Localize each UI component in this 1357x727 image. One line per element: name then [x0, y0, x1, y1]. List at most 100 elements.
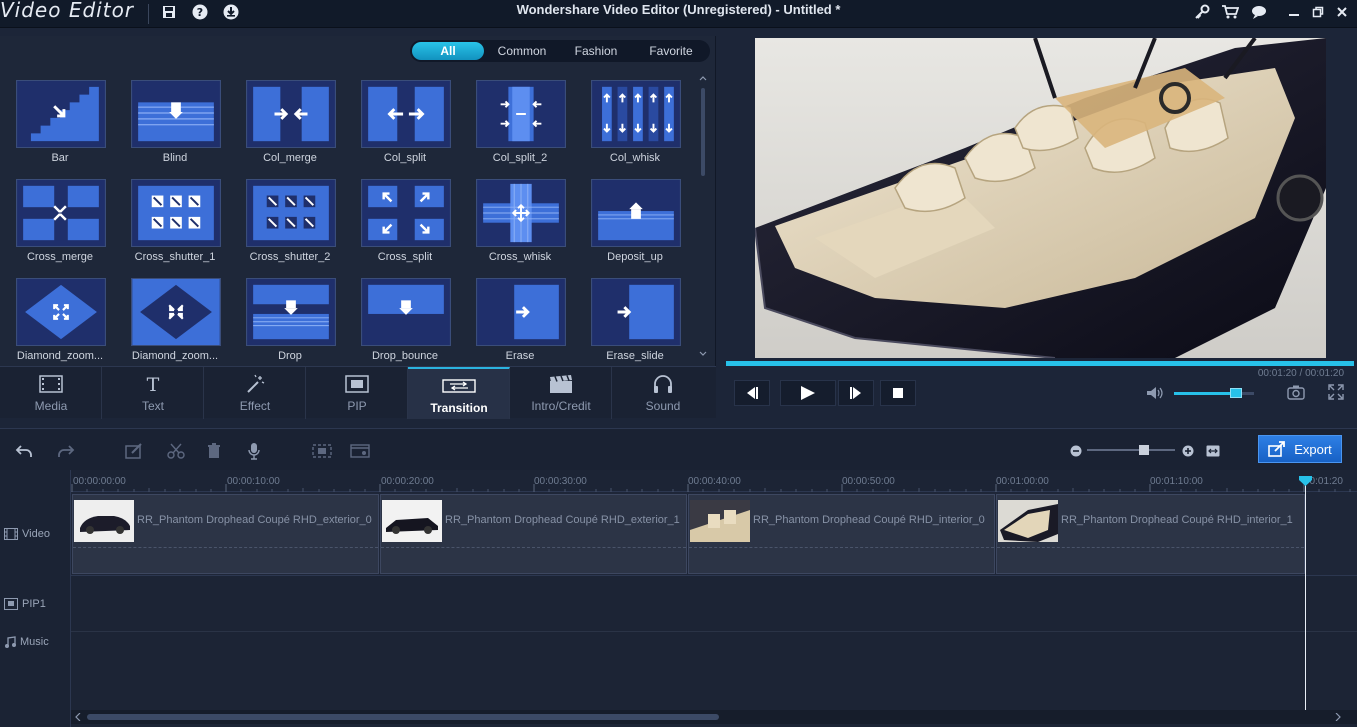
download-icon[interactable]	[221, 2, 241, 22]
transition-tile-bar[interactable]: Bar	[0, 76, 115, 175]
transition-thumb	[16, 179, 106, 247]
filter-favorite[interactable]: Favorite	[636, 42, 706, 60]
filter-common[interactable]: Common	[488, 42, 556, 60]
timeline-clip[interactable]: RR_Phantom Drophead Coupé RHD_interior_1	[996, 494, 1305, 574]
tab-sound[interactable]: Sound	[612, 367, 714, 419]
time-ruler[interactable]: 00:00:00:00 00:00:10:00 00:00:20:00 00:0…	[71, 470, 1357, 492]
transition-tile-cross-merge[interactable]: Cross_merge	[0, 175, 115, 274]
timeline-scrollbar[interactable]	[71, 710, 1357, 724]
timeline-clip[interactable]: RR_Phantom Drophead Coupé RHD_interior_0	[688, 494, 995, 574]
track-video[interactable]: Video	[4, 528, 50, 540]
clapper-icon	[510, 373, 612, 395]
transition-thumb	[131, 278, 221, 346]
timeline-toolbar: Export	[0, 428, 1357, 470]
transition-thumb	[246, 179, 336, 247]
zoom-slider[interactable]	[1087, 445, 1175, 455]
transition-tile-col-split[interactable]: Col_split	[345, 76, 460, 175]
close-icon[interactable]	[1332, 2, 1352, 22]
export-label: Export	[1294, 441, 1332, 457]
transition-tile-blind[interactable]: Blind	[115, 76, 230, 175]
volume-icon[interactable]	[1146, 386, 1164, 403]
crop-icon[interactable]	[312, 441, 332, 461]
clip-name: RR_Phantom Drophead Coupé RHD_interior_1	[1061, 514, 1293, 526]
fit-timeline-icon[interactable]	[1203, 441, 1223, 461]
transition-thumb	[361, 179, 451, 247]
video-track-lane[interactable]: RR_Phantom Drophead Coupé RHD_exterior_0…	[71, 492, 1357, 576]
filter-fashion[interactable]: Fashion	[560, 42, 632, 60]
restore-icon[interactable]	[1308, 2, 1328, 22]
transition-tile-deposit-up[interactable]: Deposit_up	[575, 175, 690, 274]
transition-tile-erase-slide[interactable]: Erase_slide	[575, 274, 690, 362]
timeline-clip[interactable]: RR_Phantom Drophead Coupé RHD_exterior_1	[380, 494, 687, 574]
save-icon[interactable]	[159, 2, 179, 22]
pip-track-lane[interactable]	[71, 576, 1357, 632]
filter-all[interactable]: All	[412, 42, 484, 60]
transition-tile-diamond-zoom-out[interactable]: Diamond_zoom...	[115, 274, 230, 362]
preview-panel: 00:01:20 / 00:01:20	[726, 38, 1354, 418]
transition-tile-drop-bounce[interactable]: Drop_bounce	[345, 274, 460, 362]
transition-label: Drop	[278, 350, 302, 362]
transition-thumb	[476, 278, 566, 346]
zoom-out-icon[interactable]	[1066, 441, 1086, 461]
transition-label: Col_split	[383, 152, 427, 164]
chat-icon[interactable]	[1250, 2, 1270, 22]
tab-media[interactable]: Media	[0, 367, 102, 419]
film-icon	[4, 528, 18, 540]
help-icon[interactable]: ?	[190, 2, 210, 22]
clip-thumbnail	[998, 500, 1058, 542]
redo-icon[interactable]	[56, 441, 76, 461]
transition-thumb	[591, 179, 681, 247]
transition-tile-erase[interactable]: Erase	[460, 274, 575, 362]
track-pip1[interactable]: PIP1	[4, 598, 46, 610]
snapshot-icon[interactable]	[1287, 384, 1305, 403]
transition-tile-col-whisk[interactable]: Col_whisk	[575, 76, 690, 175]
transition-tile-diamond-zoom-in[interactable]: Diamond_zoom...	[0, 274, 115, 362]
microphone-icon[interactable]	[244, 441, 264, 461]
step-back-icon	[747, 387, 758, 399]
cart-icon[interactable]	[1220, 2, 1240, 22]
transition-tile-col-merge[interactable]: Col_merge	[230, 76, 345, 175]
prev-frame-button[interactable]	[734, 380, 770, 406]
stop-button[interactable]	[880, 380, 916, 406]
export-button[interactable]: Export	[1258, 435, 1342, 463]
delete-icon[interactable]	[204, 441, 224, 461]
transition-icon	[408, 375, 510, 397]
tab-label: Text	[141, 399, 164, 413]
track-label: Video	[22, 528, 50, 540]
transition-thumb	[476, 80, 566, 148]
next-frame-button[interactable]	[838, 380, 874, 406]
tab-intro-credit[interactable]: Intro/Credit	[510, 367, 612, 419]
transition-thumb	[131, 179, 221, 247]
playback-progress[interactable]	[726, 361, 1354, 366]
track-label: Music	[20, 636, 49, 648]
transition-tile-cross-whisk[interactable]: Cross_whisk	[460, 175, 575, 274]
transition-thumb	[131, 80, 221, 148]
key-icon[interactable]	[1192, 2, 1212, 22]
scissors-icon[interactable]	[166, 441, 186, 461]
transition-tile-drop[interactable]: Drop	[230, 274, 345, 362]
track-music[interactable]: Music	[4, 636, 49, 648]
transition-thumb	[16, 278, 106, 346]
play-button[interactable]	[780, 380, 836, 406]
settings-icon[interactable]	[350, 441, 370, 461]
transition-tile-col-split-2[interactable]: Col_split_2	[460, 76, 575, 175]
tab-pip[interactable]: PIP	[306, 367, 408, 419]
volume-slider[interactable]	[1174, 388, 1254, 398]
title-bar: Video Editor ? Wondershare Video Editor …	[0, 0, 1357, 28]
transition-tile-cross-shutter-1[interactable]: Cross_shutter_1	[115, 175, 230, 274]
minimize-icon[interactable]	[1284, 2, 1304, 22]
undo-icon[interactable]	[14, 441, 34, 461]
zoom-in-icon[interactable]	[1178, 441, 1198, 461]
transition-tile-cross-shutter-2[interactable]: Cross_shutter_2	[230, 175, 345, 274]
tab-transition[interactable]: Transition	[408, 367, 510, 419]
playhead[interactable]	[1299, 476, 1312, 710]
timeline-clip[interactable]: RR_Phantom Drophead Coupé RHD_exterior_0	[72, 494, 379, 574]
edit-icon[interactable]	[124, 441, 144, 461]
transition-tile-cross-split[interactable]: Cross_split	[345, 175, 460, 274]
tab-effect[interactable]: Effect	[204, 367, 306, 419]
library-scrollbar[interactable]	[698, 76, 708, 356]
tab-text[interactable]: T Text	[102, 367, 204, 419]
music-track-lane[interactable]	[71, 632, 1357, 708]
fullscreen-icon[interactable]	[1328, 384, 1344, 403]
transition-label: Cross_merge	[26, 251, 94, 263]
